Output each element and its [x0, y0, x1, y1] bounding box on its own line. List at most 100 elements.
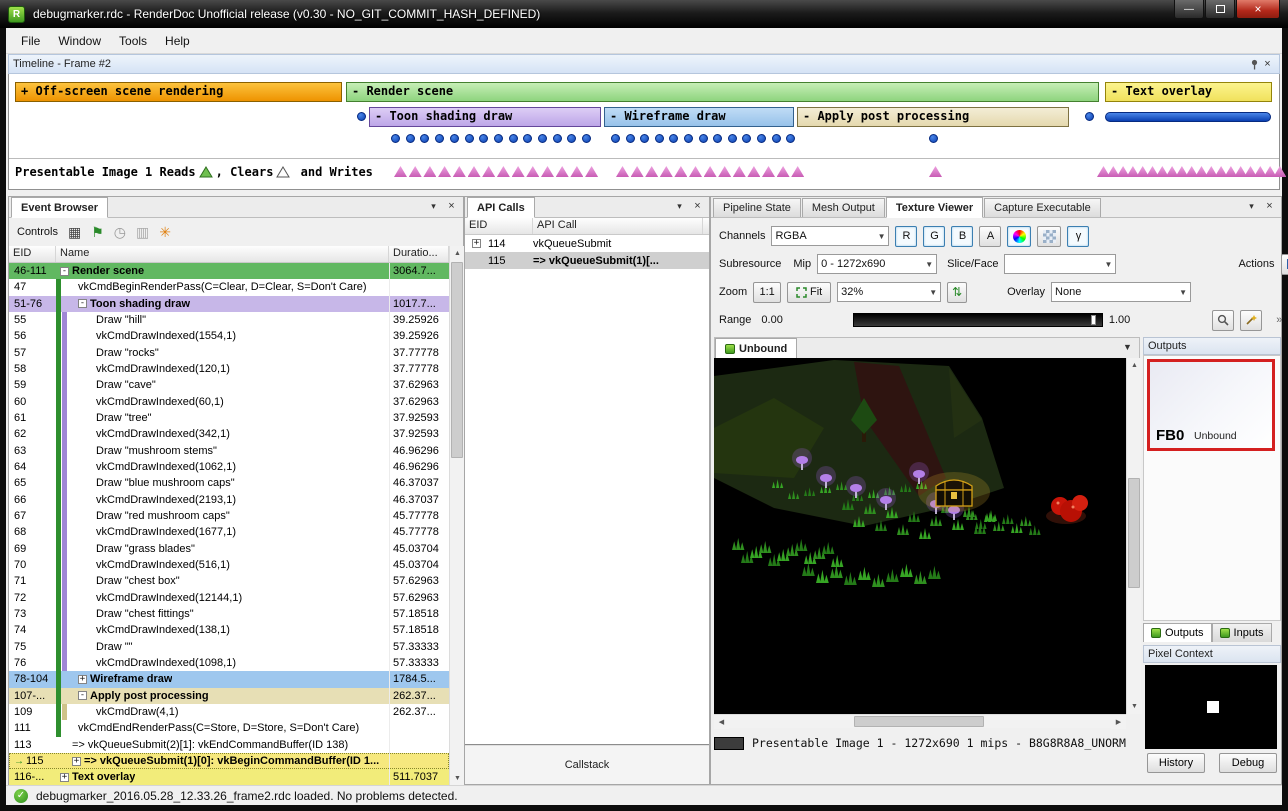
timeline-draw-dot[interactable]: [742, 134, 751, 143]
timeline-draw-dot[interactable]: [728, 134, 737, 143]
event-row[interactable]: 70vkCmdDrawIndexed(516,1)45.03704: [9, 557, 449, 573]
event-row[interactable]: 116-...+Text overlay511.7037: [9, 769, 449, 785]
close-button[interactable]: ×: [1236, 0, 1280, 19]
pixel-context-display[interactable]: [1145, 665, 1277, 749]
timeline-draw-dot[interactable]: [669, 134, 678, 143]
event-row[interactable]: 107-...-Apply post processing262.37...: [9, 688, 449, 704]
api-call-row[interactable]: +114vkQueueSubmit: [465, 235, 709, 252]
menu-file[interactable]: File: [12, 30, 49, 52]
expand-toggle-icon[interactable]: -: [60, 267, 69, 276]
timeline-body[interactable]: + Off-screen scene rendering- Render sce…: [8, 74, 1280, 190]
timeline-draw-dot[interactable]: [567, 134, 576, 143]
write-marker-triangle[interactable]: [497, 166, 510, 177]
range-handle[interactable]: [1091, 315, 1096, 325]
event-row[interactable]: 55Draw "hill"39.25926: [9, 312, 449, 328]
write-marker-triangle[interactable]: [512, 166, 525, 177]
write-marker-triangle[interactable]: [468, 166, 481, 177]
write-marker-triangle[interactable]: [645, 166, 658, 177]
texture-viewer-close-icon[interactable]: ×: [1262, 199, 1277, 213]
texture-hscrollbar[interactable]: ◀ ▶: [714, 714, 1126, 728]
write-marker-triangle[interactable]: [689, 166, 702, 177]
chart-icon[interactable]: ▥: [136, 225, 149, 239]
event-row[interactable]: 64vkCmdDrawIndexed(1062,1)46.96296: [9, 459, 449, 475]
tab-capture-executable[interactable]: Capture Executable: [984, 198, 1101, 217]
api-column-header-apicall[interactable]: API Call: [533, 218, 703, 234]
channel-a-button[interactable]: A: [979, 226, 1001, 247]
event-row[interactable]: 67Draw "red mushroom caps"45.77778: [9, 508, 449, 524]
event-row[interactable]: 65Draw "blue mushroom caps"46.37037: [9, 475, 449, 491]
event-row[interactable]: 73Draw "chest fittings"57.18518: [9, 606, 449, 622]
write-marker-triangle[interactable]: [762, 166, 775, 177]
write-marker-triangle[interactable]: [482, 166, 495, 177]
event-row[interactable]: 60vkCmdDrawIndexed(60,1)37.62963: [9, 394, 449, 410]
menu-help[interactable]: Help: [156, 30, 199, 52]
zoom-range-button[interactable]: [1212, 310, 1234, 331]
overlay-select[interactable]: None▼: [1051, 282, 1191, 302]
flip-y-button[interactable]: ⇅: [947, 282, 967, 303]
zoom-1to1-button[interactable]: 1:1: [753, 282, 781, 303]
write-marker-triangle[interactable]: [747, 166, 760, 177]
range-slider[interactable]: [853, 313, 1103, 327]
event-row[interactable]: 72vkCmdDrawIndexed(12144,1)57.62963: [9, 590, 449, 606]
event-browser-column-header[interactable]: EIDNameDuratio...: [9, 246, 449, 263]
event-row[interactable]: 109vkCmdDraw(4,1)262.37...: [9, 704, 449, 720]
tab-inputs[interactable]: Inputs: [1212, 623, 1272, 642]
gamma-button[interactable]: γ: [1067, 226, 1089, 247]
write-marker-triangle[interactable]: [674, 166, 687, 177]
timeline-draw-dot[interactable]: [435, 134, 444, 143]
save-button[interactable]: [1281, 254, 1288, 275]
toolbar-overflow-icon[interactable]: »: [1276, 314, 1282, 326]
event-row[interactable]: 59Draw "cave"37.62963: [9, 377, 449, 393]
menu-tools[interactable]: Tools: [110, 30, 156, 52]
write-marker-triangle[interactable]: [1273, 166, 1286, 177]
autofit-wand-button[interactable]: [1240, 310, 1262, 331]
timeline-close-icon[interactable]: ×: [1260, 57, 1275, 71]
api-call-row[interactable]: 115=> vkQueueSubmit(1)[...: [465, 252, 709, 269]
write-marker-triangle[interactable]: [438, 166, 451, 177]
api-calls-menu-icon[interactable]: ▾: [672, 199, 687, 213]
write-marker-triangle[interactable]: [704, 166, 717, 177]
timeline-draw-dot[interactable]: [772, 134, 781, 143]
timeline-draw-dot[interactable]: [450, 134, 459, 143]
timeline-marker-bar[interactable]: - Render scene: [346, 82, 1099, 102]
zoom-select[interactable]: 32%▼: [837, 282, 941, 302]
event-browser-close-icon[interactable]: ×: [444, 199, 459, 213]
timeline-event-dot[interactable]: [357, 112, 366, 121]
write-marker-triangle[interactable]: [423, 166, 436, 177]
timeline-draw-dot[interactable]: [640, 134, 649, 143]
fb0-thumbnail[interactable]: FB0 Unbound: [1147, 359, 1275, 451]
timeline-draw-dot[interactable]: [582, 134, 591, 143]
expand-toggle-icon[interactable]: +: [472, 239, 481, 248]
event-browser-scrollbar[interactable]: ▲ ▼: [449, 246, 464, 786]
timeline-draw-dot[interactable]: [553, 134, 562, 143]
tab-outputs[interactable]: Outputs: [1143, 623, 1212, 642]
timeline-draw-dot[interactable]: [479, 134, 488, 143]
debug-button[interactable]: Debug: [1219, 753, 1277, 773]
timeline-draw-dot[interactable]: [406, 134, 415, 143]
flag-icon[interactable]: ⚑: [91, 225, 104, 239]
event-row[interactable]: 46-111-Render scene3064.7...: [9, 263, 449, 279]
mip-select[interactable]: 0 - 1272x690▼: [817, 254, 937, 274]
event-row[interactable]: 111vkCmdEndRenderPass(C=Store, D=Store, …: [9, 720, 449, 736]
timeline-draw-dot[interactable]: [611, 134, 620, 143]
write-marker-triangle[interactable]: [660, 166, 673, 177]
write-marker-triangle[interactable]: [541, 166, 554, 177]
event-row[interactable]: 62vkCmdDrawIndexed(342,1)37.92593: [9, 426, 449, 442]
channel-b-button[interactable]: B: [951, 226, 973, 247]
timeline-draw-dot[interactable]: [509, 134, 518, 143]
timeline-header[interactable]: Timeline - Frame #2 ×: [8, 54, 1280, 74]
star-icon[interactable]: ✳: [159, 225, 171, 239]
event-row[interactable]: 66vkCmdDrawIndexed(2193,1)46.37037: [9, 492, 449, 508]
timeline-draw-dot[interactable]: [786, 134, 795, 143]
timeline-marker-bar[interactable]: - Apply post processing: [797, 107, 1069, 127]
tab-unbound[interactable]: Unbound: [715, 338, 797, 359]
tab-pipeline-state[interactable]: Pipeline State: [713, 198, 801, 217]
expand-toggle-icon[interactable]: +: [72, 757, 81, 766]
preview-dropdown-icon[interactable]: ▼: [1120, 340, 1135, 354]
timeline-activity-bar[interactable]: [1105, 112, 1271, 122]
event-row[interactable]: 78-104+Wireframe draw1784.5...: [9, 671, 449, 687]
write-marker-triangle[interactable]: [409, 166, 422, 177]
timeline-draw-dot[interactable]: [699, 134, 708, 143]
write-marker-triangle[interactable]: [791, 166, 804, 177]
outputs-header[interactable]: Outputs: [1143, 337, 1281, 355]
